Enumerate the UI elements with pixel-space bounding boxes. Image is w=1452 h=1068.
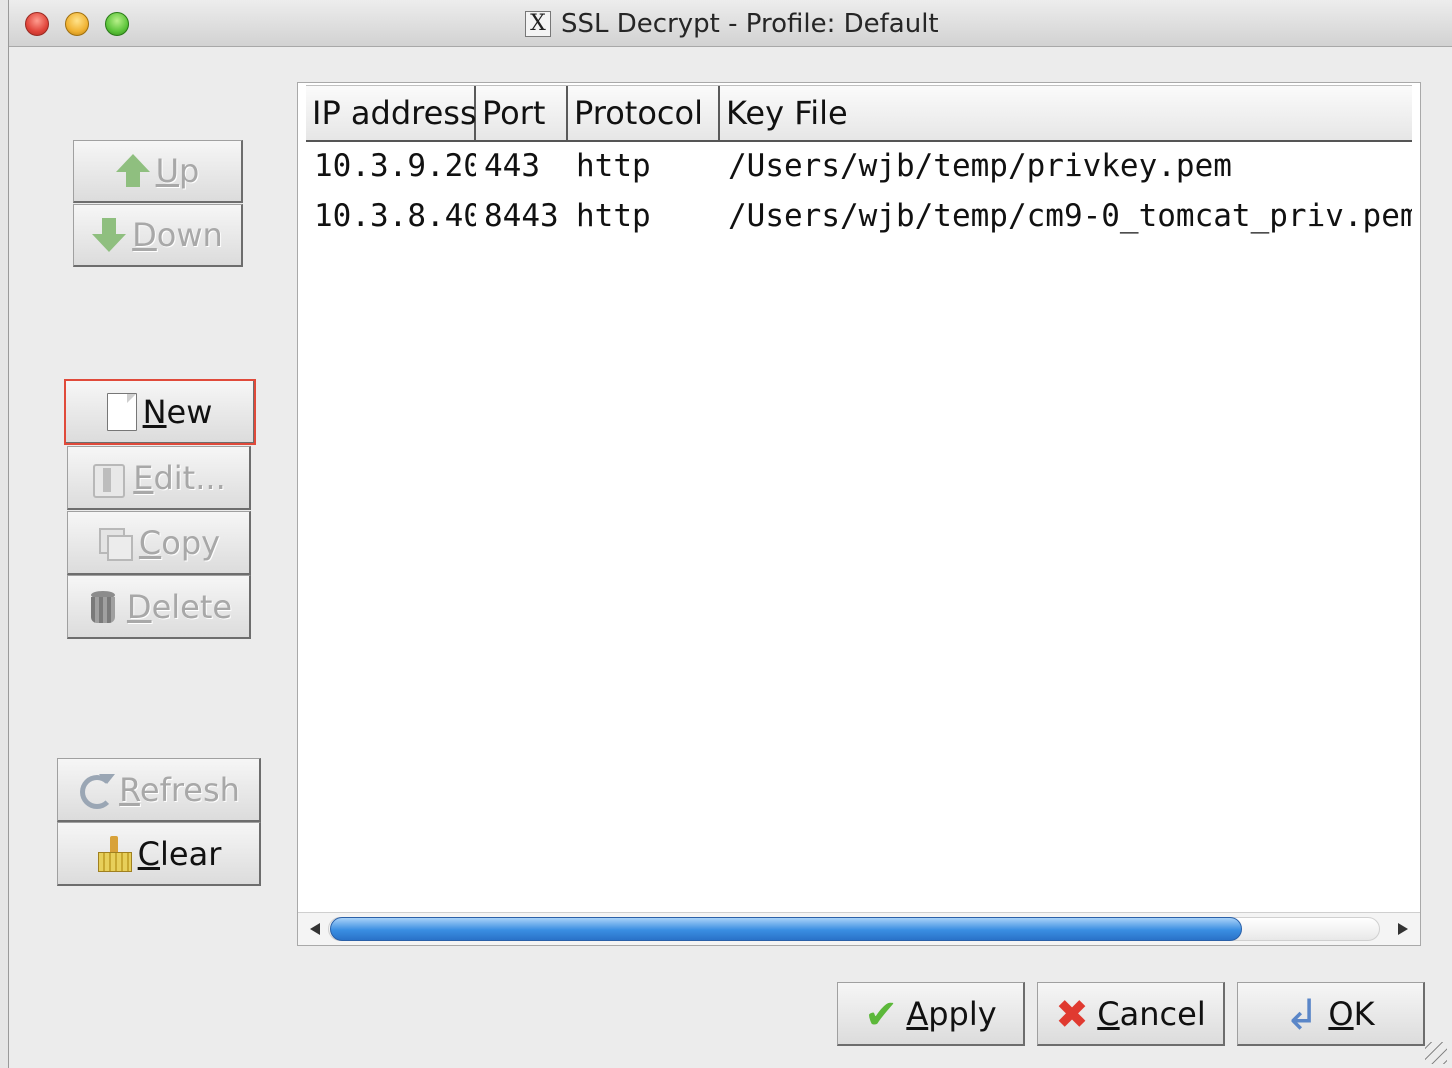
scroll-left-arrow-icon[interactable] <box>310 923 320 935</box>
x11-app-icon: X <box>525 11 551 37</box>
table-row[interactable]: 10.3.9.20 443 http /Users/wjb/temp/privk… <box>306 141 1412 191</box>
cell-port: 8443 <box>484 198 559 234</box>
ok-button[interactable]: OK <box>1237 982 1425 1046</box>
cell-ip-address: 10.3.8.40 <box>314 198 476 234</box>
edit-button-label: Edit... <box>133 458 226 497</box>
down-button[interactable]: Down <box>73 204 243 267</box>
column-header-ip-address[interactable]: IP address <box>306 86 477 140</box>
new-button[interactable]: New <box>64 379 256 445</box>
cell-protocol: http <box>576 148 651 184</box>
column-header-protocol[interactable]: Protocol <box>568 86 720 140</box>
ssl-keys-table[interactable]: IP address Port Protocol Key File 10.3.9… <box>297 82 1421 946</box>
up-button-label: Up <box>155 152 200 190</box>
zoom-window-button[interactable] <box>105 12 129 36</box>
resize-grip[interactable] <box>1425 1042 1447 1064</box>
cross-icon <box>1055 992 1091 1038</box>
delete-button-label: Delete <box>126 587 233 626</box>
broom-icon <box>96 835 132 872</box>
cell-port: 443 <box>484 148 540 184</box>
scrollbar-thumb[interactable] <box>330 917 1242 941</box>
clear-button-label: Clear <box>137 834 222 873</box>
check-icon <box>864 992 900 1038</box>
cancel-button[interactable]: Cancel <box>1037 982 1225 1046</box>
clear-button[interactable]: Clear <box>57 822 261 886</box>
enter-icon <box>1284 990 1322 1039</box>
cancel-button-label: Cancel <box>1097 994 1206 1033</box>
copy-button[interactable]: Copy <box>67 511 251 575</box>
refresh-button[interactable]: Refresh <box>57 758 261 822</box>
horizontal-scrollbar[interactable] <box>298 912 1420 945</box>
edit-icon <box>91 460 127 498</box>
minimize-window-button[interactable] <box>65 12 89 36</box>
up-button[interactable]: Up <box>73 140 243 203</box>
apply-button-label: Apply <box>906 994 997 1033</box>
document-icon <box>106 392 137 431</box>
refresh-icon <box>77 772 116 809</box>
column-header-port[interactable]: Port <box>476 86 568 140</box>
delete-button[interactable]: Delete <box>67 575 251 639</box>
copy-icon <box>97 525 133 561</box>
scroll-right-arrow-icon[interactable] <box>1398 923 1408 935</box>
window-title-group: X SSL Decrypt - Profile: Default <box>525 8 939 40</box>
cell-key-file: /Users/wjb/temp/privkey.pem <box>728 148 1232 184</box>
cell-key-file: /Users/wjb/temp/cm9-0_tomcat_priv.pem <box>728 198 1412 234</box>
table-header: IP address Port Protocol Key File <box>306 85 1412 142</box>
window-title: SSL Decrypt - Profile: Default <box>561 9 939 39</box>
edit-button[interactable]: Edit... <box>67 446 251 510</box>
cell-protocol: http <box>576 198 651 234</box>
arrow-down-icon <box>92 218 127 252</box>
cell-ip-address: 10.3.9.20 <box>314 148 476 184</box>
copy-button-label: Copy <box>138 523 221 562</box>
title-bar: X SSL Decrypt - Profile: Default <box>9 0 1452 47</box>
ok-button-label: OK <box>1328 994 1375 1033</box>
close-window-button[interactable] <box>25 12 49 36</box>
trash-icon <box>85 589 121 625</box>
new-button-label: New <box>142 392 213 431</box>
down-button-label: Down <box>132 216 223 254</box>
table-row[interactable]: 10.3.8.40 8443 http /Users/wjb/temp/cm9-… <box>306 191 1412 241</box>
column-header-key-file[interactable]: Key File <box>720 86 1412 140</box>
refresh-button-label: Refresh <box>119 770 240 809</box>
ssl-decrypt-window: X SSL Decrypt - Profile: Default Up Down… <box>8 0 1452 1068</box>
apply-button[interactable]: Apply <box>837 982 1025 1046</box>
arrow-up-icon <box>115 154 150 188</box>
table-body: 10.3.9.20 443 http /Users/wjb/temp/privk… <box>306 141 1412 241</box>
